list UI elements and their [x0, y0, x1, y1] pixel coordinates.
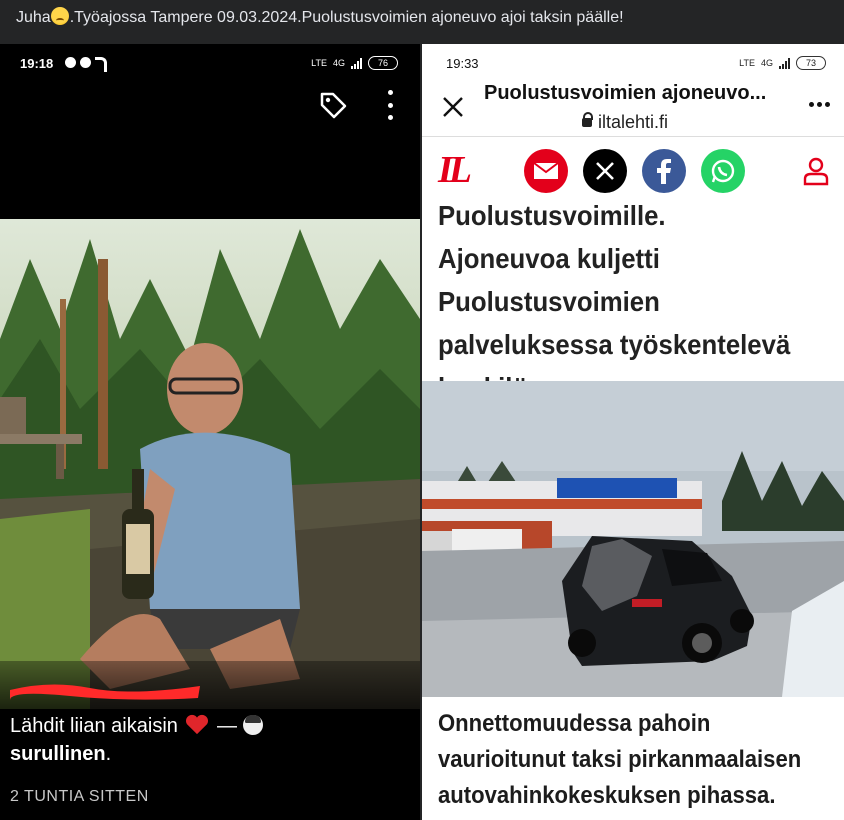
battery-indicator: 76	[368, 56, 398, 70]
network-indicator: 4G	[332, 58, 345, 68]
story-line-1: Lähdit liian aikaisin	[10, 715, 178, 737]
iltalehti-logo[interactable]: IL	[438, 148, 472, 192]
status-time: 19:18	[20, 56, 107, 73]
status-clock: 19:33	[446, 56, 479, 71]
caption-text: .Työajossa Tampere 09.03.2024.Puolustusv…	[69, 9, 624, 26]
email-share-icon[interactable]	[524, 149, 568, 193]
status-indicators: LTE 4G 73	[739, 56, 826, 70]
more-options-icon[interactable]	[809, 102, 830, 107]
whatsapp-share-icon[interactable]	[701, 149, 745, 193]
lock-icon	[582, 112, 593, 127]
status-bar: 19:18 LTE 4G 76	[0, 44, 420, 82]
facebook-share-icon[interactable]	[642, 149, 686, 193]
story-photo	[0, 219, 420, 709]
photo-caption: Onnettomuudessa pahoin vaurioitunut taks…	[438, 710, 802, 809]
status-clock: 19:18	[20, 56, 54, 71]
network-indicator: 4G	[760, 58, 773, 68]
story-period: .	[105, 743, 112, 765]
redacted-username	[10, 684, 200, 700]
page-title: Puolustusvoimien ajoneuvo...	[484, 82, 767, 104]
article-photo	[422, 381, 844, 697]
battery-indicator: 73	[796, 56, 826, 70]
left-screenshot: 19:18 LTE 4G 76 Lähdit liian aikaisin — …	[0, 44, 420, 820]
story-text: Lähdit liian aikaisin — surullinen.	[10, 712, 410, 768]
tiktok-icon	[94, 57, 107, 73]
story-line-2: surullinen	[10, 743, 106, 765]
story-timestamp: 2 TUNTIA SITTEN	[10, 788, 149, 805]
signal-icon	[779, 57, 790, 69]
x-share-icon[interactable]	[583, 149, 627, 193]
lte-indicator: LTE	[311, 58, 327, 68]
story-dash: —	[211, 715, 243, 737]
url-bar[interactable]: iltalehti.fi	[582, 112, 668, 133]
lte-indicator: LTE	[739, 58, 755, 68]
close-icon[interactable]	[442, 96, 464, 118]
divider	[422, 136, 844, 137]
signal-icon	[351, 57, 362, 69]
article-text: Puolustusvoimille. Ajoneuvoa kuljetti Pu…	[438, 200, 791, 403]
user-account-icon[interactable]	[802, 156, 830, 186]
kebab-menu-icon[interactable]	[384, 90, 396, 120]
messenger-icon	[64, 57, 76, 69]
sad-face-emoji-icon	[50, 7, 69, 25]
status-indicators: LTE 4G 76	[311, 56, 398, 70]
url-text: iltalehti.fi	[598, 112, 669, 132]
tag-icon[interactable]	[318, 90, 348, 120]
face-emoji-icon	[242, 715, 263, 735]
caption-author-name: Juha	[16, 9, 51, 26]
red-heart-emoji-icon	[186, 714, 209, 735]
right-screenshot: 19:33 LTE 4G 73 Puolustusvoimien ajoneuv…	[422, 44, 844, 820]
post-caption: Juha .Työajossa Tampere 09.03.2024.Puolus…	[0, 0, 844, 44]
messenger-icon	[79, 57, 91, 69]
